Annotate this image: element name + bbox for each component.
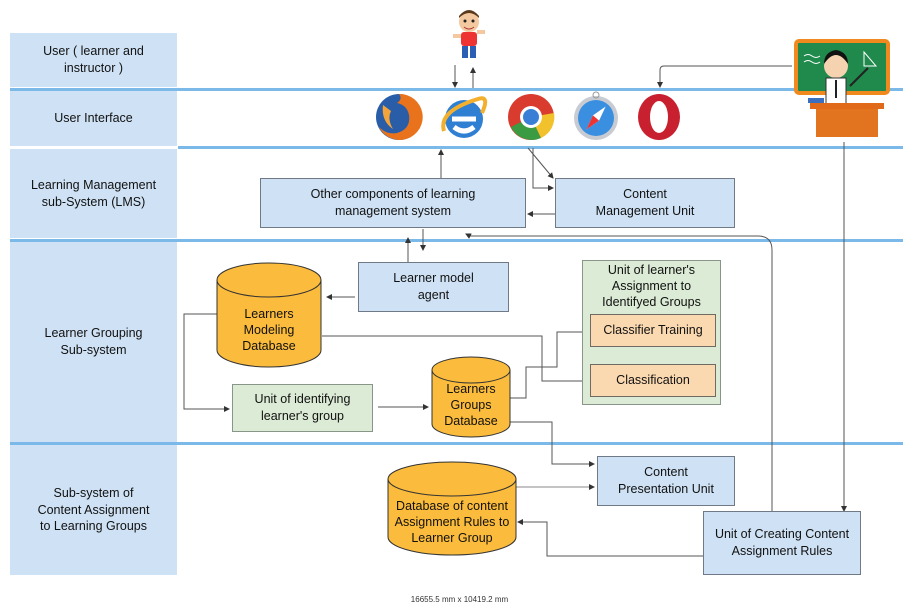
canvas-dimensions-label: 16655.5 mm x 10419.2 mm [410,595,509,604]
internet-explorer-icon [441,96,488,138]
content-management-unit-box[interactable]: Content Management Unit [555,178,735,228]
child-learner-icon [453,10,485,58]
content-presentation-unit-box[interactable]: Content Presentation Unit [597,456,735,506]
content-assignment-rules-database-label: Database of content Assignment Rules to … [394,498,510,546]
connector [532,148,554,191]
learner-assignment-unit-title: Unit of learner's Assignment to Identify… [602,262,701,310]
connector [527,147,554,179]
learner-model-agent-box[interactable]: Learner model agent [358,262,509,312]
opera-icon [638,94,680,140]
chrome-icon [508,94,555,140]
connector [510,421,595,467]
teacher-at-blackboard-icon [794,39,890,137]
creating-content-assignment-rules-box[interactable]: Unit of Creating Content Assignment Rule… [703,511,861,575]
classifier-training-box[interactable]: Classifier Training [590,314,716,347]
firefox-icon [376,93,423,140]
connector [657,65,792,88]
connector [517,519,703,557]
other-lms-components-box[interactable]: Other components of learning management … [260,178,526,228]
connector [510,329,589,399]
classification-box[interactable]: Classification [590,364,716,397]
learners-groups-database-label: Learners Groups Database [444,381,498,429]
safari-icon [574,91,618,140]
identifying-learner-group-box[interactable]: Unit of identifying learner's group [232,384,373,432]
learners-modeling-database-label: Learners Modeling Database [242,306,296,354]
